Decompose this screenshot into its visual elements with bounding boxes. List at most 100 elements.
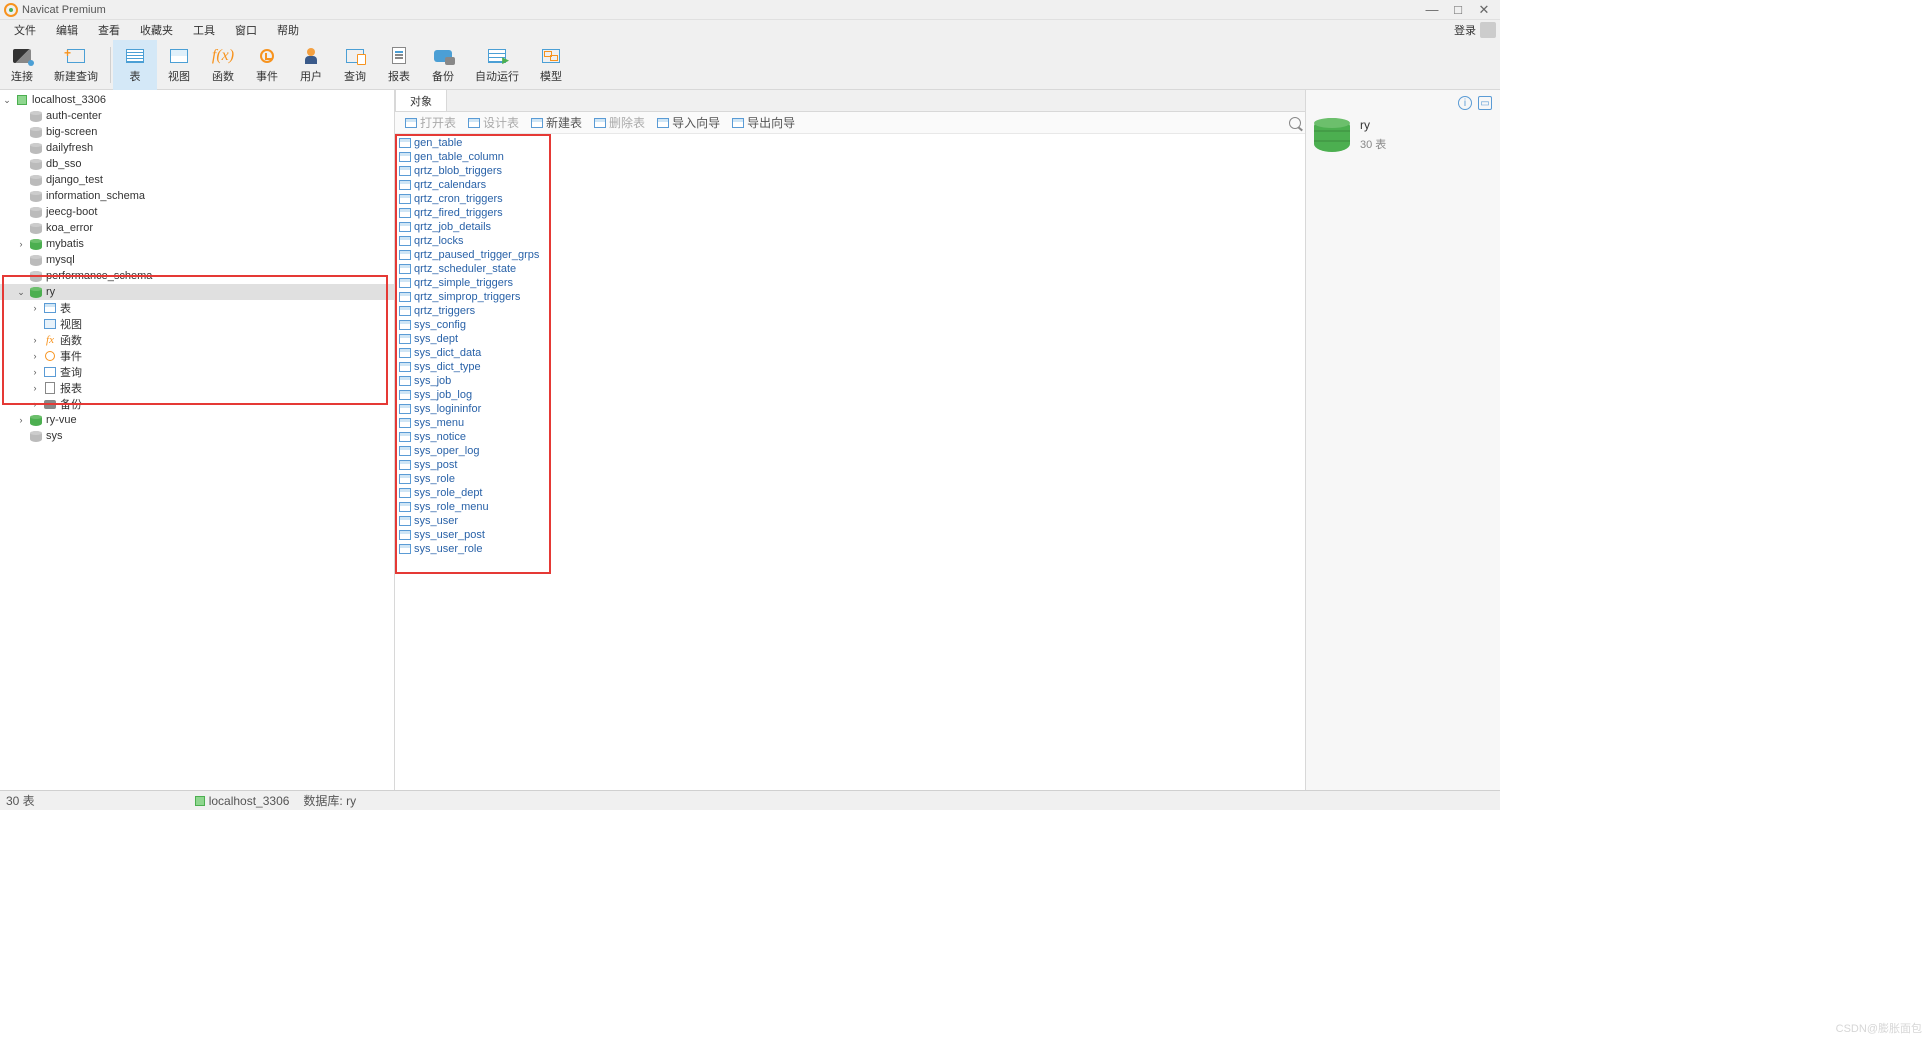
objbar-打开表: 打开表 — [399, 114, 462, 132]
table-row[interactable]: qrtz_locks — [399, 234, 1301, 248]
search-icon[interactable] — [1289, 117, 1301, 129]
menu-文件[interactable]: 文件 — [4, 22, 46, 38]
table-row[interactable]: sys_oper_log — [399, 444, 1301, 458]
db-dailyfresh[interactable]: dailyfresh — [0, 140, 394, 156]
table-row[interactable]: sys_logininfor — [399, 402, 1301, 416]
table-row[interactable]: sys_job_log — [399, 388, 1301, 402]
db-jeecg-boot[interactable]: jeecg-boot — [0, 204, 394, 220]
table-row[interactable]: sys_dict_type — [399, 360, 1301, 374]
tab-objects[interactable]: 对象 — [395, 90, 447, 111]
table-row[interactable]: sys_role_dept — [399, 486, 1301, 500]
table-row[interactable]: sys_dept — [399, 332, 1301, 346]
db-sys[interactable]: sys — [0, 428, 394, 444]
table-row[interactable]: qrtz_job_details — [399, 220, 1301, 234]
db-mysql[interactable]: mysql — [0, 252, 394, 268]
toolbar-model[interactable]: 模型 — [529, 40, 573, 90]
table-icon — [399, 194, 411, 204]
table-row[interactable]: qrtz_simple_triggers — [399, 276, 1301, 290]
table-row[interactable]: sys_role_menu — [399, 500, 1301, 514]
table-name: qrtz_simprop_triggers — [414, 291, 520, 303]
table-row[interactable]: sys_config — [399, 318, 1301, 332]
connection-node[interactable]: ⌄localhost_3306 — [0, 92, 394, 108]
table-row[interactable]: sys_menu — [399, 416, 1301, 430]
db-koa_error[interactable]: koa_error — [0, 220, 394, 236]
menu-帮助[interactable]: 帮助 — [267, 22, 309, 38]
menu-查看[interactable]: 查看 — [88, 22, 130, 38]
table-row[interactable]: gen_table — [399, 136, 1301, 150]
db-performance_schema[interactable]: performance_schema — [0, 268, 394, 284]
table-row[interactable]: sys_notice — [399, 430, 1301, 444]
toolbar-report[interactable]: 报表 — [377, 40, 421, 90]
maximize-button[interactable]: □ — [1452, 4, 1464, 16]
table-name: sys_config — [414, 319, 466, 331]
newquery-icon — [67, 49, 85, 63]
menu-收藏夹[interactable]: 收藏夹 — [130, 22, 183, 38]
tree-label: django_test — [46, 174, 103, 186]
db-db_sso[interactable]: db_sso — [0, 156, 394, 172]
table-name: sys_dict_data — [414, 347, 481, 359]
objbar-导入向导[interactable]: 导入向导 — [651, 114, 726, 132]
db-mybatis[interactable]: ›mybatis — [0, 236, 394, 252]
close-button[interactable]: ✕ — [1478, 4, 1490, 16]
ry-child-事件[interactable]: ›事件 — [0, 348, 394, 364]
detail-view-icon[interactable]: ▭ — [1478, 96, 1492, 110]
toolbar-table[interactable]: 表 — [113, 40, 157, 90]
toolbar-newquery[interactable]: 新建查询 — [44, 40, 108, 90]
table-row[interactable]: qrtz_triggers — [399, 304, 1301, 318]
db-big-screen[interactable]: big-screen — [0, 124, 394, 140]
menu-工具[interactable]: 工具 — [183, 22, 225, 38]
table-name: sys_dict_type — [414, 361, 481, 373]
menu-窗口[interactable]: 窗口 — [225, 22, 267, 38]
db-ry-vue[interactable]: ›ry-vue — [0, 412, 394, 428]
objbar-导出向导[interactable]: 导出向导 — [726, 114, 801, 132]
tree-icon — [30, 415, 42, 426]
toolbar-auto[interactable]: 自动运行 — [465, 40, 529, 90]
table-list[interactable]: gen_tablegen_table_columnqrtz_blob_trigg… — [395, 134, 1305, 790]
toolbar-user[interactable]: 用户 — [289, 40, 333, 90]
app-logo-icon — [4, 3, 18, 17]
tree-icon — [45, 351, 55, 361]
toolbar-view[interactable]: 视图 — [157, 40, 201, 90]
avatar-icon[interactable] — [1480, 22, 1496, 38]
table-row[interactable]: qrtz_blob_triggers — [399, 164, 1301, 178]
table-row[interactable]: sys_user_role — [399, 542, 1301, 556]
table-row[interactable]: sys_job — [399, 374, 1301, 388]
table-row[interactable]: qrtz_calendars — [399, 178, 1301, 192]
ry-child-备份[interactable]: ›备份 — [0, 396, 394, 412]
ry-child-函数[interactable]: ›fx函数 — [0, 332, 394, 348]
objbar-新建表[interactable]: 新建表 — [525, 114, 588, 132]
toolbar-connect[interactable]: 连接 — [0, 40, 44, 90]
table-row[interactable]: qrtz_scheduler_state — [399, 262, 1301, 276]
table-icon — [399, 264, 411, 274]
ry-child-查询[interactable]: ›查询 — [0, 364, 394, 380]
table-row[interactable]: sys_user — [399, 514, 1301, 528]
minimize-button[interactable]: ― — [1426, 4, 1438, 16]
menu-编辑[interactable]: 编辑 — [46, 22, 88, 38]
toolbar-event[interactable]: 事件 — [245, 40, 289, 90]
table-row[interactable]: gen_table_column — [399, 150, 1301, 164]
db-ry[interactable]: ⌄ry — [0, 284, 394, 300]
db-django_test[interactable]: django_test — [0, 172, 394, 188]
table-row[interactable]: qrtz_simprop_triggers — [399, 290, 1301, 304]
table-row[interactable]: sys_user_post — [399, 528, 1301, 542]
ry-child-报表[interactable]: ›报表 — [0, 380, 394, 396]
table-row[interactable]: sys_post — [399, 458, 1301, 472]
objbar-删除表: 删除表 — [588, 114, 651, 132]
ry-child-视图[interactable]: 视图 — [0, 316, 394, 332]
table-row[interactable]: qrtz_fired_triggers — [399, 206, 1301, 220]
table-row[interactable]: qrtz_cron_triggers — [399, 192, 1301, 206]
connection-tree[interactable]: ⌄localhost_3306auth-centerbig-screendail… — [0, 90, 395, 790]
table-row[interactable]: qrtz_paused_trigger_grps — [399, 248, 1301, 262]
table-row[interactable]: sys_role — [399, 472, 1301, 486]
table-row[interactable]: sys_dict_data — [399, 346, 1301, 360]
table-name: sys_job — [414, 375, 451, 387]
ry-child-表[interactable]: ›表 — [0, 300, 394, 316]
info-icon[interactable]: i — [1458, 96, 1472, 110]
toolbar-backup[interactable]: 备份 — [421, 40, 465, 90]
db-auth-center[interactable]: auth-center — [0, 108, 394, 124]
db-information_schema[interactable]: information_schema — [0, 188, 394, 204]
table-name: sys_logininfor — [414, 403, 481, 415]
toolbar-function[interactable]: f(x)函数 — [201, 40, 245, 90]
login-link[interactable]: 登录 — [1454, 22, 1476, 38]
toolbar-query[interactable]: 查询 — [333, 40, 377, 90]
